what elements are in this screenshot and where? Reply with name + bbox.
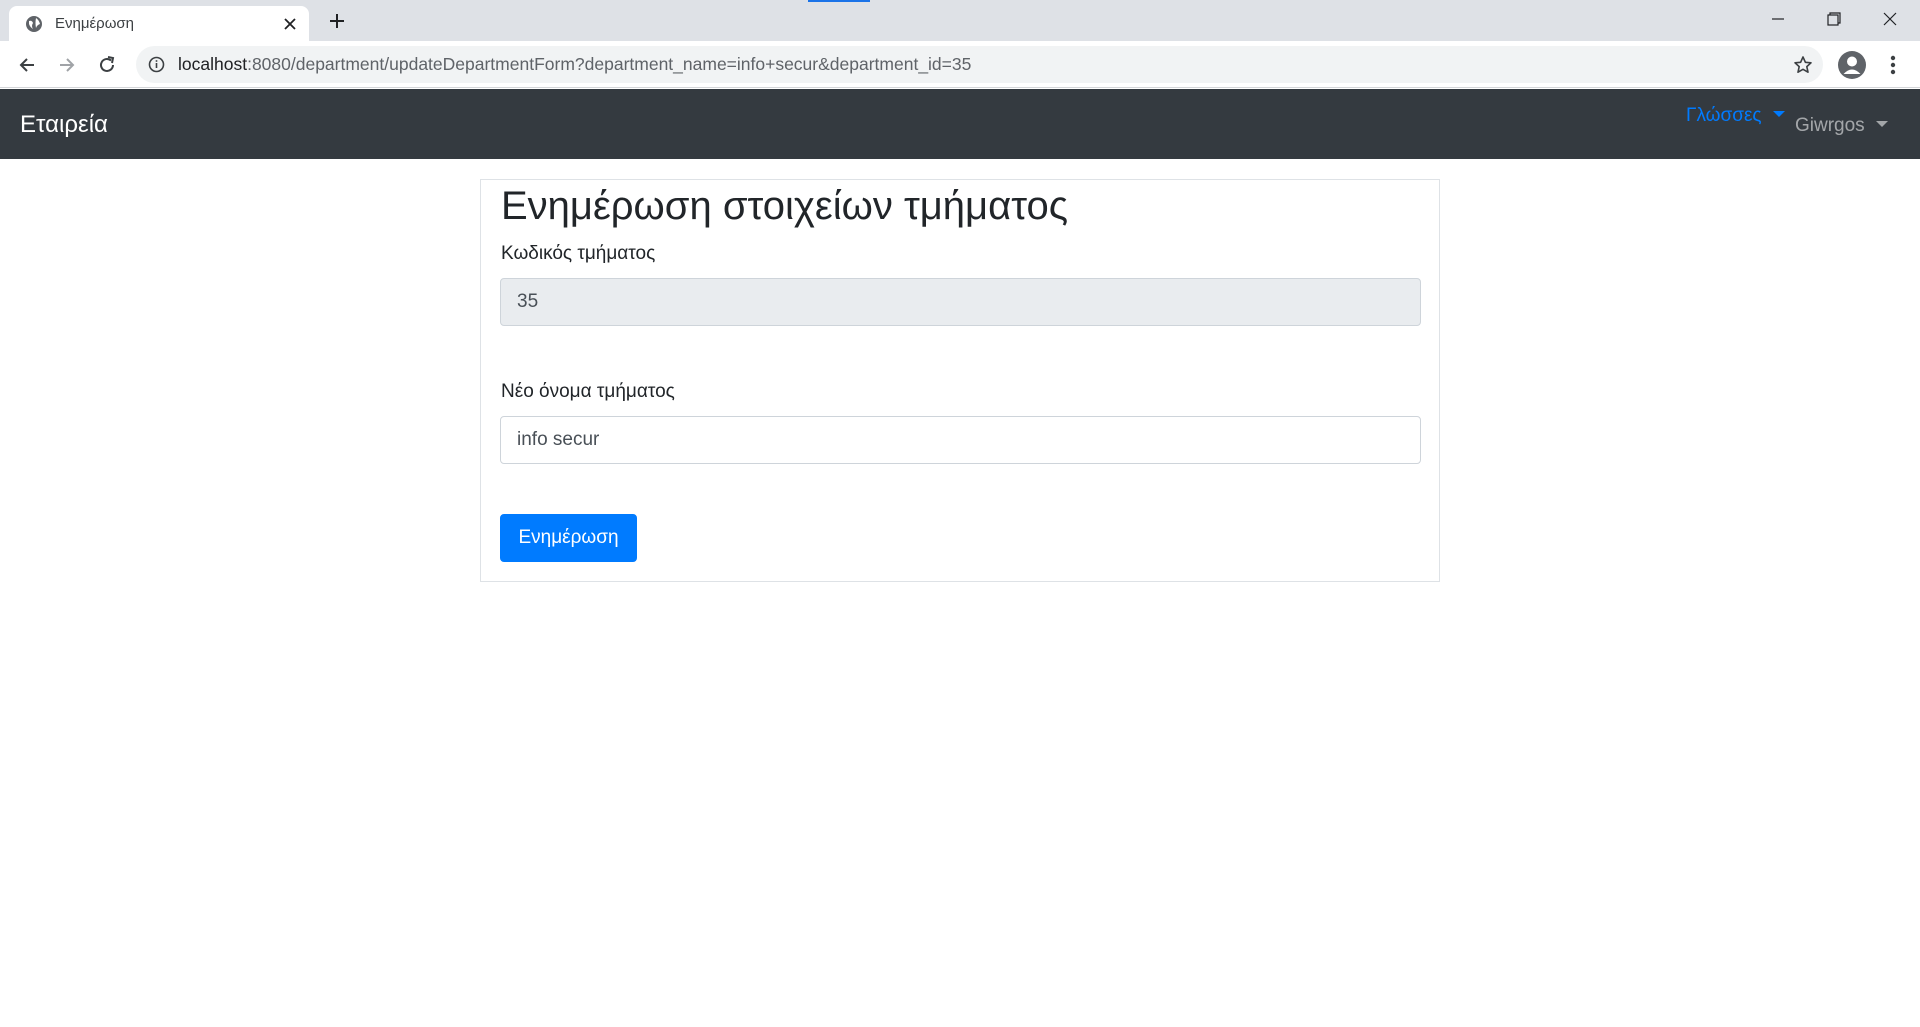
user-label: Giwrgos <box>1795 115 1865 136</box>
minimize-icon[interactable] <box>1750 0 1806 38</box>
department-name-field[interactable] <box>500 416 1421 464</box>
department-id-label: Κωδικός τμήματος <box>501 243 656 264</box>
kebab-menu-icon[interactable] <box>1880 52 1906 78</box>
chevron-down-icon <box>1875 120 1888 127</box>
url-host: localhost <box>178 54 248 74</box>
site-navbar: Εταιρεία Γλώσσες Giwrgos <box>0 89 1920 159</box>
browser-tabstrip: Ενημέρωση <box>0 0 1920 41</box>
globe-icon <box>25 15 43 33</box>
url-text[interactable]: localhost:8080/department/updateDepartme… <box>178 46 971 83</box>
site-info-icon[interactable] <box>148 56 165 73</box>
department-name-label: Νέο όνομα τμήματος <box>501 381 675 402</box>
user-dropdown-toggle[interactable]: Giwrgos <box>1795 111 1888 141</box>
page-title: Ενημέρωση στοιχείων τμήματος <box>501 184 1068 228</box>
window-close-icon[interactable] <box>1862 0 1918 38</box>
forward-arrow-icon[interactable] <box>51 49 83 81</box>
new-tab-icon[interactable] <box>325 9 349 33</box>
browser-tab-active[interactable]: Ενημέρωση <box>9 6 309 41</box>
tab-title: Ενημέρωση <box>55 15 135 32</box>
chevron-down-icon <box>1772 110 1785 117</box>
navbar-brand-link[interactable]: Εταιρεία <box>20 89 108 159</box>
languages-dropdown-toggle[interactable]: Γλώσσες <box>1686 101 1785 131</box>
department-id-field[interactable] <box>500 278 1421 326</box>
browser-toolbar: localhost:8080/department/updateDepartme… <box>0 41 1920 88</box>
update-department-card: Ενημέρωση στοιχείων τμήματος Κωδικός τμή… <box>480 179 1440 582</box>
tab-close-icon[interactable] <box>281 15 299 33</box>
url-path: :8080/department/updateDepartmentForm?de… <box>247 54 972 74</box>
bookmark-star-icon[interactable] <box>1793 55 1813 75</box>
restore-icon[interactable] <box>1806 0 1862 38</box>
back-arrow-icon[interactable] <box>11 49 43 81</box>
profile-avatar-icon[interactable] <box>1837 50 1867 80</box>
reload-icon[interactable] <box>91 49 123 81</box>
update-button[interactable]: Ενημέρωση <box>500 514 637 562</box>
languages-label: Γλώσσες <box>1686 105 1762 126</box>
tab-loading-indicator <box>808 0 870 2</box>
address-bar[interactable]: localhost:8080/department/updateDepartme… <box>136 46 1823 83</box>
